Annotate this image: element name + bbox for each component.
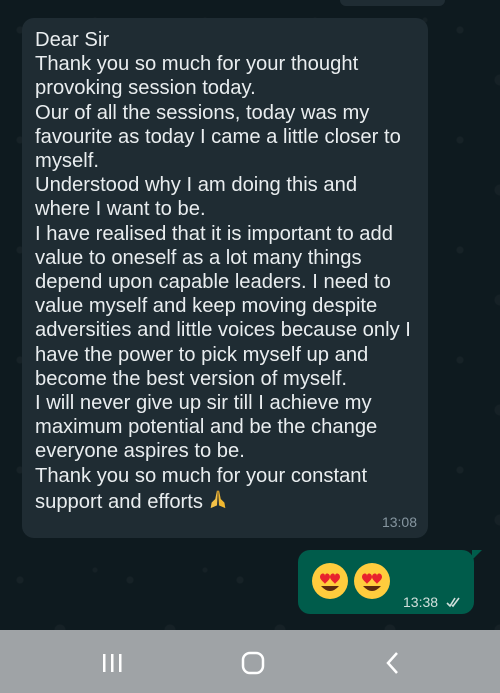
- outgoing-bubble-tail: [472, 550, 482, 560]
- incoming-message-text: Dear Sir Thank you so much for your thou…: [35, 29, 411, 513]
- home-icon[interactable]: [240, 651, 266, 675]
- incoming-message-bubble[interactable]: Dear Sir Thank you so much for your thou…: [22, 18, 428, 538]
- heart-eyes-icon: [312, 563, 348, 599]
- previous-message-edge: [340, 0, 445, 6]
- recent-apps-icon[interactable]: [99, 651, 125, 675]
- double-check-icon: [446, 597, 460, 608]
- system-navigation-bar: [0, 630, 500, 693]
- outgoing-message-time: 13:38: [403, 594, 439, 610]
- back-icon[interactable]: [380, 651, 406, 675]
- incoming-message-time: 13:08: [381, 514, 417, 530]
- heart-eyes-icon: [354, 563, 390, 599]
- folded-hands-icon: [210, 489, 226, 509]
